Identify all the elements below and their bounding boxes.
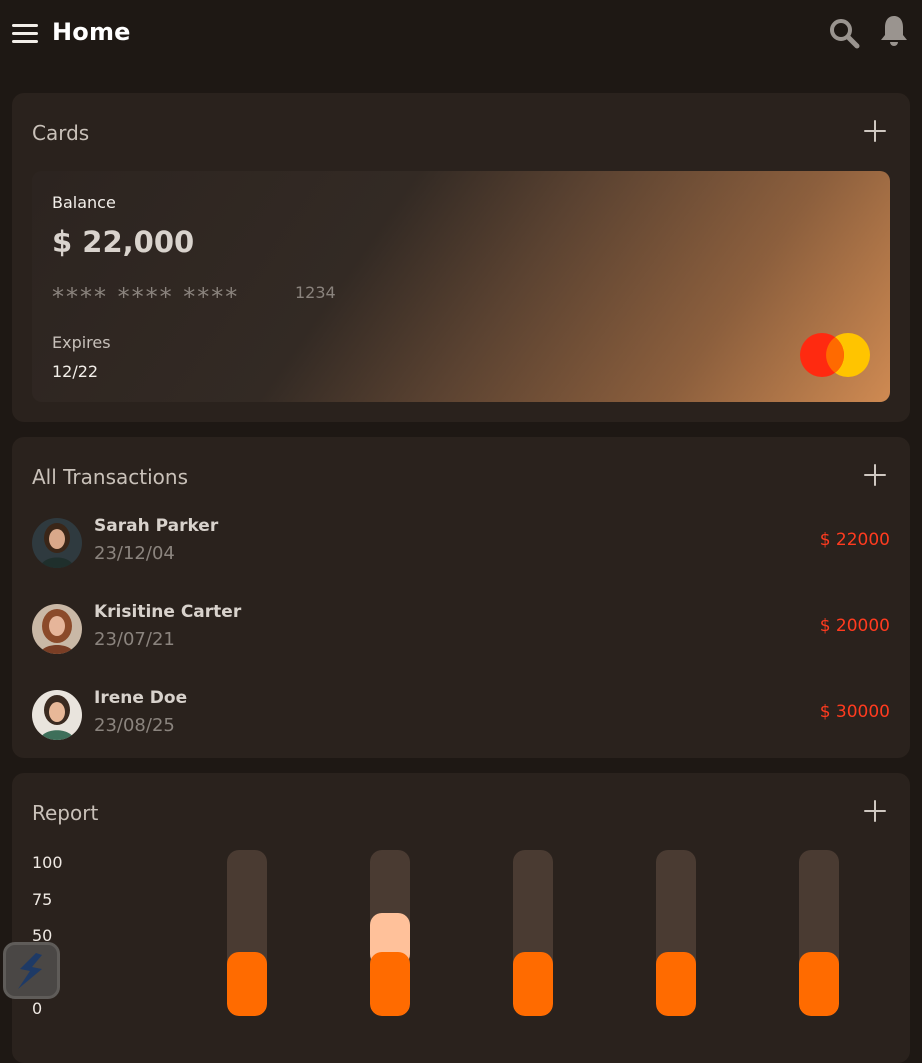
transaction-row[interactable]: Krisitine Carter 23/07/21 $ 20000: [32, 602, 890, 656]
card-expires-label: Expires: [52, 333, 111, 352]
bell-icon[interactable]: [878, 14, 910, 48]
transaction-row[interactable]: Sarah Parker 23/12/04 $ 22000: [32, 516, 890, 570]
bar-track: [656, 850, 696, 1016]
bar-track: [370, 850, 410, 1016]
app-logo-icon: [18, 953, 42, 989]
transaction-amount: $ 22000: [819, 530, 890, 550]
bar-track: [513, 850, 553, 1016]
transaction-date: 23/07/21: [94, 629, 175, 650]
hamburger-menu-icon[interactable]: [12, 24, 38, 44]
y-axis-tick-label: 0: [32, 999, 43, 1018]
report-section: Report 1007550250: [12, 773, 910, 1063]
bar: [370, 952, 410, 1016]
card-masked-number: **** **** ****: [52, 283, 240, 311]
card-balance-label: Balance: [52, 193, 116, 212]
floating-app-badge[interactable]: [3, 942, 60, 999]
bar: [799, 952, 839, 1016]
avatar: [32, 604, 82, 654]
avatar: [32, 518, 82, 568]
y-axis-tick-label: 75: [32, 890, 53, 909]
search-icon[interactable]: [828, 17, 860, 49]
bar-track: [799, 850, 839, 1016]
transaction-name: Sarah Parker: [94, 516, 219, 536]
transaction-name: Krisitine Carter: [94, 602, 242, 622]
transaction-name: Irene Doe: [94, 688, 188, 708]
add-report-button[interactable]: [864, 800, 886, 822]
transaction-row[interactable]: Irene Doe 23/08/25 $ 30000: [32, 688, 890, 742]
cards-section: Cards Balance $ 22,000 **** **** **** 12…: [12, 93, 910, 422]
card-balance: $ 22,000: [52, 225, 195, 259]
transaction-amount: $ 30000: [819, 702, 890, 722]
credit-card[interactable]: Balance $ 22,000 **** **** **** 1234 Exp…: [32, 171, 890, 402]
cards-section-title: Cards: [32, 121, 90, 145]
transactions-section-title: All Transactions: [32, 465, 188, 489]
y-axis-tick-label: 100: [32, 853, 63, 872]
transaction-amount: $ 20000: [819, 616, 890, 636]
bar: [227, 952, 267, 1016]
bar-track: [227, 850, 267, 1016]
card-last-four: 1234: [295, 283, 336, 302]
report-section-title: Report: [32, 801, 99, 825]
transaction-date: 23/08/25: [94, 715, 175, 736]
page-title: Home: [52, 18, 131, 46]
bar: [656, 952, 696, 1016]
add-transaction-button[interactable]: [864, 464, 886, 486]
bar: [513, 952, 553, 1016]
transactions-section: All Transactions Sarah Parker 23/12/04 $…: [12, 437, 910, 758]
transaction-date: 23/12/04: [94, 543, 175, 564]
card-expiry-date: 12/22: [52, 362, 99, 381]
avatar: [32, 690, 82, 740]
top-app-bar: Home: [0, 0, 922, 70]
add-card-button[interactable]: [864, 120, 886, 142]
mastercard-logo-icon: [800, 333, 870, 377]
